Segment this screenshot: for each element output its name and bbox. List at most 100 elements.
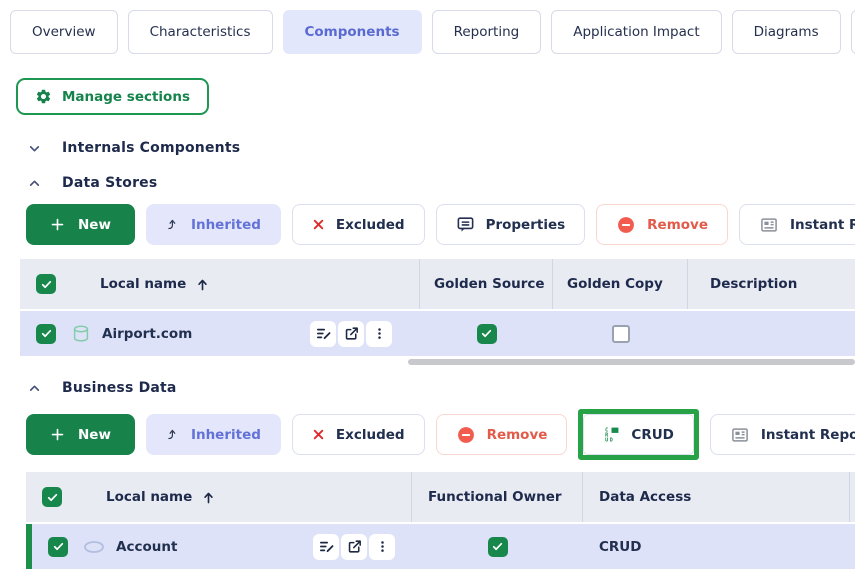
sort-ascending-icon[interactable] [201,490,216,505]
instant-report-button[interactable]: Instant Report [739,204,855,245]
section-title: Business Data [62,380,177,396]
inherited-label: Inherited [191,427,261,443]
edit-button[interactable] [313,534,339,560]
tab-diagrams[interactable]: Diagrams [732,10,841,54]
table-row[interactable]: Account CRUD [26,524,855,569]
row-local-name: Account [116,539,177,555]
crud-label: CRUD [631,427,673,443]
row-local-name: Airport.com [102,326,192,342]
chevron-up-icon[interactable] [28,382,41,395]
plus-icon [50,427,65,442]
section-title: Internals Components [62,140,240,156]
row-checkbox[interactable] [36,324,56,344]
remove-icon [616,215,636,235]
inherited-button[interactable]: Inherited [146,414,281,455]
select-all-checkbox[interactable] [36,274,56,294]
remove-button[interactable]: Remove [596,204,728,245]
row-more-button[interactable] [369,534,395,560]
excluded-button[interactable]: Excluded [292,204,425,245]
svg-text:U: U [606,438,609,443]
chevron-down-icon[interactable] [28,142,41,155]
column-header-description[interactable]: Description [688,259,855,309]
crud-icon: CRUD [603,426,620,443]
crud-highlight-box: CRUD CRUD [578,409,698,460]
table-row[interactable]: Airport.com [20,311,855,356]
database-icon [70,323,92,345]
row-checkbox[interactable] [48,537,68,557]
column-header-golden-copy[interactable]: Golden Copy [553,259,688,309]
plus-icon [50,217,65,232]
kebab-icon [375,539,390,554]
column-header-golden-source[interactable]: Golden Source [420,259,553,309]
properties-button[interactable]: Properties [436,204,586,245]
inherited-label: Inherited [191,217,261,233]
open-button[interactable] [341,534,367,560]
edit-list-icon [318,538,335,555]
select-all-checkbox[interactable] [42,487,62,507]
tab-bar: Overview Characteristics Components Repo… [0,0,855,54]
crud-button[interactable]: CRUD CRUD [583,414,693,455]
new-label: New [78,427,111,443]
svg-text:D: D [610,438,613,443]
tab-reporting[interactable]: Reporting [432,10,542,54]
remove-label: Remove [647,217,708,233]
column-header-local-name[interactable]: Local name [100,276,186,292]
chevron-up-icon[interactable] [28,177,41,190]
inherited-button[interactable]: Inherited [146,204,281,245]
manage-sections-button[interactable]: Manage sections [16,78,209,115]
instant-report-button[interactable]: Instant Report [710,414,855,455]
gear-icon [35,88,52,105]
section-data-stores: Data Stores [28,175,855,191]
remove-label: Remove [487,427,548,443]
golden-copy-checkbox[interactable] [612,325,630,343]
open-button[interactable] [338,321,364,347]
instant-report-icon [730,425,750,445]
excluded-label: Excluded [336,427,405,443]
tab-components[interactable]: Components [283,10,422,54]
properties-label: Properties [486,217,566,233]
data-stores-toolbar: New Inherited Excluded Properties Remove… [26,204,855,245]
excluded-x-icon [312,428,325,441]
excluded-button[interactable]: Excluded [292,414,425,455]
tab-application-impact[interactable]: Application Impact [551,10,721,54]
properties-icon [456,215,475,234]
inherited-arrow-icon [166,218,180,232]
column-header-data-access[interactable]: Data Access [583,472,850,522]
excluded-label: Excluded [336,217,405,233]
instant-report-icon [759,215,779,235]
check-icon [46,491,59,504]
business-object-icon [82,540,106,554]
row-data-access: CRUD [583,539,641,555]
new-button[interactable]: New [26,204,135,245]
external-link-icon [343,325,360,342]
inherited-arrow-icon [166,428,180,442]
external-link-icon [346,538,363,555]
edit-button[interactable] [310,321,336,347]
new-button[interactable]: New [26,414,135,455]
functional-owner-checkbox[interactable] [488,537,508,557]
section-title: Data Stores [62,175,157,191]
instant-report-label: Instant Report [790,217,855,233]
table-header: Local name Golden Source Golden Copy Des… [20,259,855,311]
tab-characteristics[interactable]: Characteristics [128,10,273,54]
row-actions [313,534,395,560]
edit-list-icon [315,325,332,342]
check-icon [40,278,53,291]
check-icon [52,540,65,553]
tab-settings[interactable] [851,10,855,54]
column-header-functional-owner[interactable]: Functional Owner [412,472,583,522]
remove-icon [456,425,476,445]
new-label: New [78,217,111,233]
instant-report-label: Instant Report [761,427,855,443]
tab-overview[interactable]: Overview [10,10,118,54]
section-business-data: Business Data [28,380,855,396]
check-icon [480,327,493,340]
golden-source-checkbox[interactable] [477,324,497,344]
column-header-local-name[interactable]: Local name [106,489,192,505]
row-more-button[interactable] [366,321,392,347]
check-icon [491,540,504,553]
sort-ascending-icon[interactable] [195,277,210,292]
horizontal-scrollbar[interactable] [408,359,855,365]
remove-button[interactable]: Remove [436,414,568,455]
check-icon [40,327,53,340]
